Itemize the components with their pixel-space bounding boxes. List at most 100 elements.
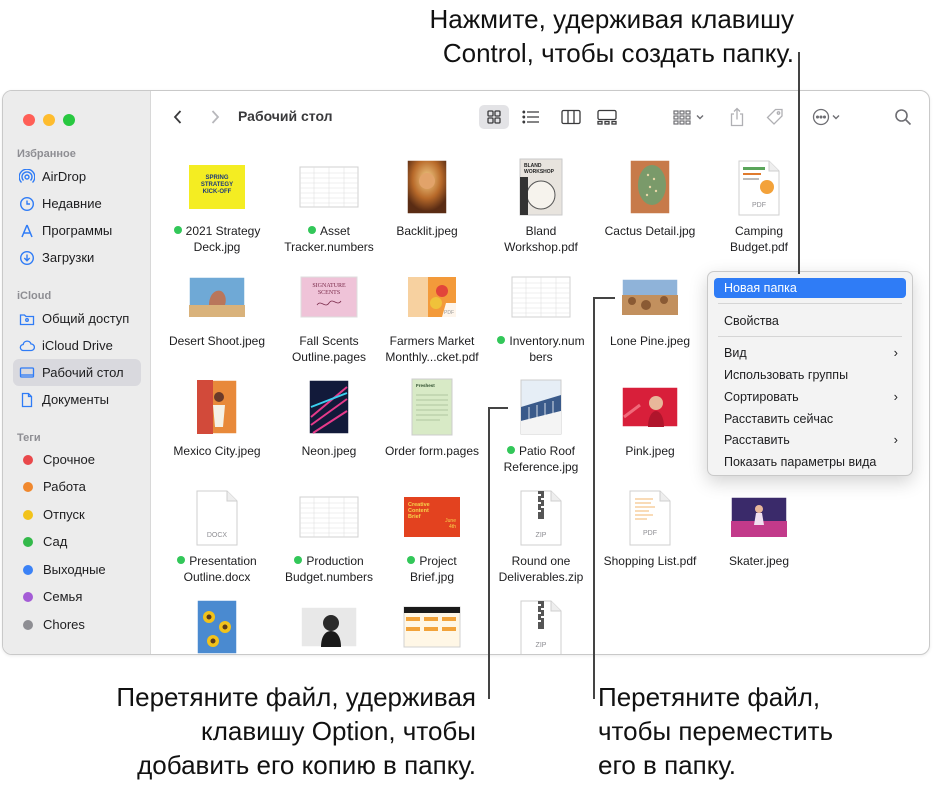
sidebar-item-airdrop[interactable]: AirDrop xyxy=(13,163,141,190)
file-item[interactable]: Patio Roof Reference.jpg xyxy=(485,377,597,475)
file-name: Outline.docx xyxy=(183,570,251,584)
file-name: Round one xyxy=(511,554,571,568)
gallery-view-button[interactable] xyxy=(593,105,621,129)
sidebar-item-label: Общий доступ xyxy=(42,311,130,326)
sidebar-tag-urgent[interactable]: Срочное xyxy=(13,446,141,473)
file-item[interactable]: Asset Tracker.numbers xyxy=(273,157,385,255)
icon-view-button[interactable] xyxy=(479,105,509,129)
zoom-button[interactable] xyxy=(63,114,75,126)
menu-item-view[interactable]: Вид › xyxy=(714,343,906,363)
search-button[interactable] xyxy=(892,105,914,129)
menu-item-get-info[interactable]: Свойства xyxy=(714,311,906,331)
pdf-thumbnail: PDF xyxy=(738,160,780,216)
file-item[interactable] xyxy=(376,597,488,654)
file-name: Reference.jpg xyxy=(503,460,579,474)
sidebar-item-recents[interactable]: Недавние xyxy=(13,190,141,217)
sidebar-item-applications[interactable]: Программы xyxy=(13,217,141,244)
file-item[interactable]: PDF Farmers Market Monthly...cket.pdf xyxy=(376,267,488,365)
pdf-label: PDF xyxy=(752,202,766,209)
file-item[interactable]: Lone Pine.jpeg xyxy=(594,267,706,349)
file-name: Asset xyxy=(319,224,350,238)
list-view-button[interactable] xyxy=(518,105,544,129)
file-name: Production xyxy=(306,554,364,568)
more-actions-button[interactable] xyxy=(806,105,846,129)
green-tag-dot xyxy=(173,226,182,234)
docx-label: DOCX xyxy=(207,532,228,539)
sidebar: Избранное AirDrop Недавние Программы Заг… xyxy=(3,91,151,654)
grid-icon xyxy=(487,110,501,124)
column-view-button[interactable] xyxy=(558,105,584,129)
menu-item-label: Сортировать xyxy=(724,390,799,404)
sidebar-tag-vacation[interactable]: Отпуск xyxy=(13,501,141,528)
search-icon xyxy=(895,109,912,126)
sidebar-tag-weekend[interactable]: Выходные xyxy=(13,556,141,583)
file-item[interactable]: Neon.jpeg xyxy=(273,377,385,459)
file-item[interactable]: Creative Content Brief June 4th Project B… xyxy=(376,487,488,585)
sidebar-item-documents[interactable]: Документы xyxy=(13,386,141,413)
sidebar-tag-chores[interactable]: Chores xyxy=(13,611,141,638)
chevron-right-icon: › xyxy=(893,345,898,360)
close-button[interactable] xyxy=(23,114,35,126)
menu-item-show-view-options[interactable]: Показать параметры вида xyxy=(714,452,906,472)
file-item[interactable] xyxy=(273,597,385,654)
file-item[interactable]: Inventory.num bers xyxy=(485,267,597,365)
forward-button[interactable] xyxy=(205,105,225,129)
sidebar-tag-family[interactable]: Семья xyxy=(13,583,141,610)
file-item[interactable]: ZIP xyxy=(485,597,597,654)
file-item[interactable]: Desert Shoot.jpeg xyxy=(161,267,273,349)
file-item[interactable]: SPRING STRATEGY KICK-OFF 2021 Strategy De… xyxy=(161,157,273,255)
minimize-button[interactable] xyxy=(43,114,55,126)
menu-separator xyxy=(718,336,902,337)
file-item[interactable]: PDF Shopping List.pdf xyxy=(594,487,706,569)
sidebar-tag-work[interactable]: Работа xyxy=(13,473,141,500)
file-name: Budget.numbers xyxy=(284,570,374,584)
spreadsheet-thumbnail xyxy=(511,276,571,318)
sidebar-item-label: Семья xyxy=(43,589,83,604)
tag-dot-icon xyxy=(23,509,33,520)
tag-button[interactable] xyxy=(763,105,787,129)
file-item[interactable]: SIGNATURE SCENTS Fall Scents Outline.page… xyxy=(273,267,385,365)
file-item[interactable]: Production Budget.numbers xyxy=(273,487,385,585)
file-item[interactable]: Freshest Order form.pages xyxy=(376,377,488,459)
pdf-thumbnail: PDF xyxy=(408,277,456,317)
spreadsheet-thumbnail xyxy=(299,166,359,208)
chevron-right-icon: › xyxy=(893,432,898,447)
file-item[interactable]: BLAND WORKSHOP Bland Workshop.pdf xyxy=(485,157,597,255)
chevron-right-icon xyxy=(211,110,220,124)
back-button[interactable] xyxy=(168,105,188,129)
applications-icon xyxy=(19,223,35,239)
thumb-text: SCENTS xyxy=(318,290,340,296)
sidebar-item-label: Отпуск xyxy=(43,507,85,522)
file-item[interactable]: Cactus Detail.jpg xyxy=(594,157,706,239)
chevron-left-icon xyxy=(173,110,182,124)
file-name: Cactus Detail.jpg xyxy=(604,224,696,238)
shared-folder-icon xyxy=(19,311,35,327)
menu-item-use-groups[interactable]: Использовать группы xyxy=(714,365,906,385)
image-thumbnail xyxy=(300,606,358,648)
pdf-thumbnail: BLAND WORKSHOP xyxy=(519,158,563,216)
file-item[interactable]: Backlit.jpeg xyxy=(371,157,483,239)
gallery-icon xyxy=(597,109,617,125)
sidebar-item-downloads[interactable]: Загрузки xyxy=(13,244,141,271)
file-name: Deck.jpg xyxy=(193,240,241,254)
file-item[interactable]: ZIP Round one Deliverables.zip xyxy=(485,487,597,585)
sidebar-item-shared[interactable]: Общий доступ xyxy=(13,305,141,332)
group-button[interactable] xyxy=(668,105,710,129)
sidebar-item-desktop[interactable]: Рабочий стол xyxy=(13,359,141,386)
file-item[interactable]: Skater.jpeg xyxy=(703,487,815,569)
sidebar-item-label: Chores xyxy=(43,617,85,632)
file-item[interactable]: Mexico City.jpeg xyxy=(161,377,273,459)
file-item[interactable] xyxy=(161,597,273,654)
menu-item-new-folder[interactable]: Новая папка xyxy=(714,278,906,298)
file-item[interactable]: Pink.jpeg xyxy=(594,377,706,459)
sidebar-item-icloud-drive[interactable]: iCloud Drive xyxy=(13,332,141,359)
file-item[interactable]: DOCX Presentation Outline.docx xyxy=(161,487,273,585)
sidebar-item-label: Срочное xyxy=(43,452,95,467)
zip-label: ZIP xyxy=(536,532,547,539)
menu-item-sort-by[interactable]: Сортировать › xyxy=(714,387,906,407)
sidebar-tag-garden[interactable]: Сад xyxy=(13,528,141,555)
menu-item-clean-up-by[interactable]: Расставить › xyxy=(714,430,906,450)
chevron-right-icon: › xyxy=(893,389,898,404)
menu-item-clean-up[interactable]: Расставить сейчас xyxy=(714,409,906,429)
share-button[interactable] xyxy=(725,105,749,129)
